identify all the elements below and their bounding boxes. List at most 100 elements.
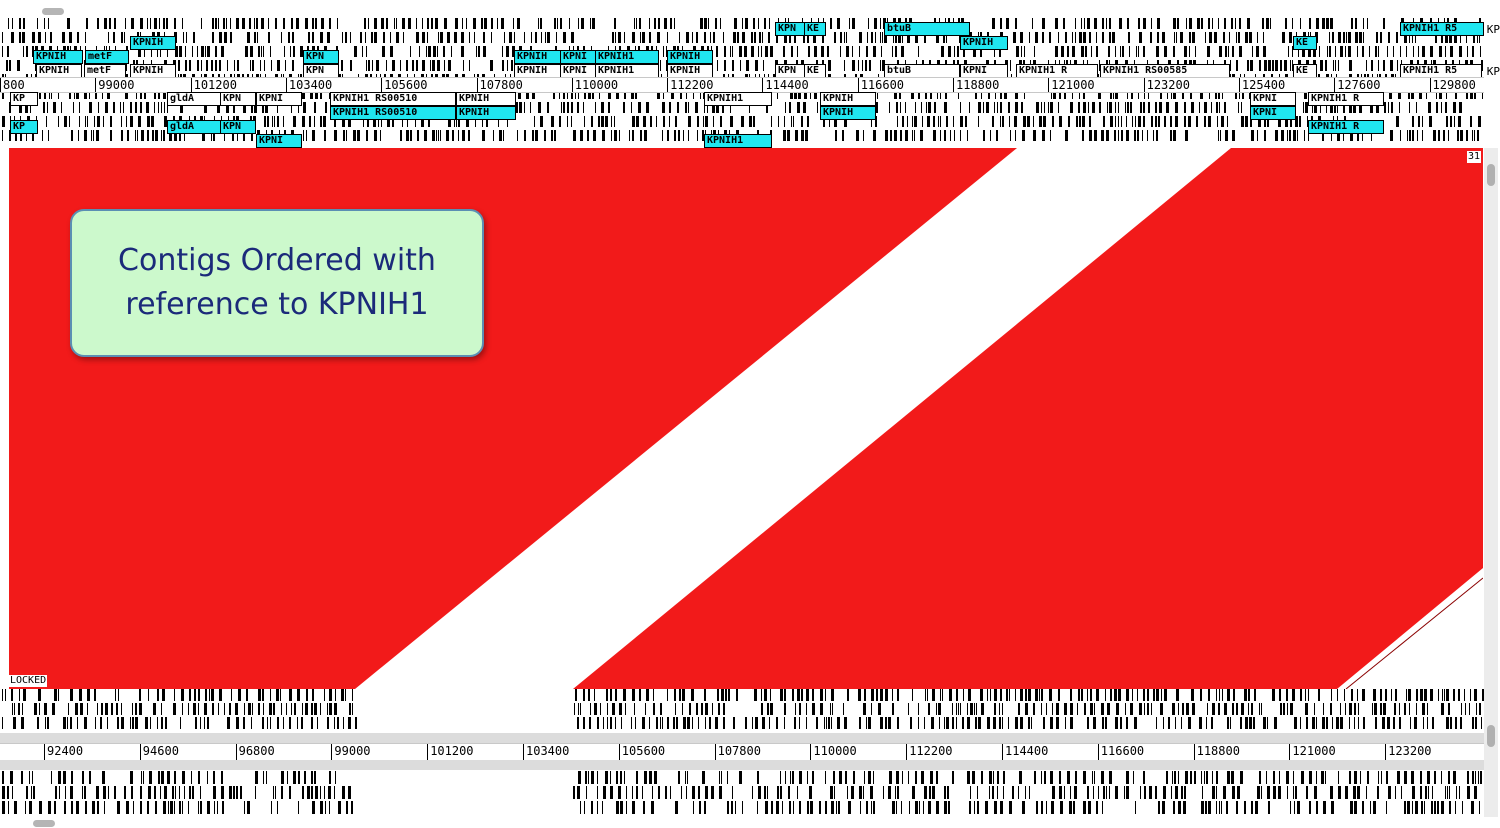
gene-label[interactable]: KPN (220, 120, 256, 134)
gene-label[interactable]: KPNI (560, 50, 596, 64)
gene-label[interactable]: KPNIH (33, 50, 83, 64)
gene-label[interactable]: KPNI (960, 64, 1008, 78)
gene-label[interactable]: metF (84, 64, 126, 78)
feature-mark (1230, 60, 1231, 71)
feature-mark (1070, 717, 1073, 729)
feature-mark (1126, 786, 1129, 799)
gene-label[interactable]: KPNIH1 RS00585 (1100, 64, 1230, 78)
gene-label[interactable]: KPN (303, 50, 339, 64)
gene-label[interactable]: KP (10, 92, 38, 106)
feature-mark (73, 102, 74, 113)
feature-mark (255, 786, 256, 799)
gene-label[interactable]: btuB (884, 64, 960, 78)
gene-label[interactable]: KPNIH (456, 106, 516, 120)
feature-mark (663, 116, 665, 127)
lower-vertical-scroll-thumb[interactable] (1487, 725, 1495, 747)
bottom-horizontal-scroll-thumb[interactable] (33, 820, 55, 827)
feature-mark (1462, 801, 1463, 814)
gene-label[interactable]: KE (1293, 36, 1317, 50)
gene-label[interactable]: KPNIH (514, 50, 562, 64)
feature-mark (1309, 801, 1311, 814)
gene-label[interactable]: KPN (775, 64, 807, 78)
panel-vertical-scroll-thumb[interactable] (1487, 164, 1495, 186)
gene-label[interactable]: btuB (884, 22, 970, 36)
feature-mark (1058, 689, 1060, 701)
feature-mark (1357, 46, 1358, 57)
gene-label[interactable]: KPNIH (667, 64, 713, 78)
ruler-tick: 116600 (1097, 744, 1144, 760)
feature-mark (770, 46, 773, 57)
panel-vertical-scrollbar[interactable] (1484, 148, 1498, 689)
gene-label[interactable]: gldA (167, 120, 221, 134)
feature-mark (950, 130, 951, 141)
feature-mark (1132, 116, 1133, 127)
gene-label[interactable]: KPNIH (514, 64, 562, 78)
feature-mark (799, 703, 801, 715)
feature-mark (31, 786, 32, 799)
feature-mark (952, 703, 953, 715)
gene-label[interactable]: KPNIH1 R5 (1400, 22, 1484, 36)
gene-label[interactable]: KE (804, 22, 826, 36)
feature-mark (1096, 801, 1098, 814)
gene-label[interactable]: KPNIH1 R (1016, 64, 1098, 78)
gene-label[interactable]: KE (804, 64, 826, 78)
gene-label[interactable]: KPNIH (820, 106, 876, 120)
feature-mark (1067, 771, 1070, 784)
top-horizontal-scroll-thumb[interactable] (42, 8, 64, 15)
feature-mark (624, 32, 625, 43)
feature-mark (957, 46, 959, 57)
gene-label[interactable]: KPNIH1 (595, 50, 659, 64)
gene-label[interactable]: KPNIH1 R (1308, 120, 1384, 134)
feature-mark (656, 717, 658, 729)
gene-label[interactable]: KPNIH (36, 64, 82, 78)
gene-label[interactable]: KPNI (256, 134, 302, 148)
feature-mark (1134, 717, 1137, 729)
feature-mark (107, 717, 108, 729)
gene-label[interactable]: KPNI (1250, 92, 1296, 106)
feature-mark (1191, 689, 1194, 701)
gene-label[interactable]: KPNI (256, 92, 302, 106)
gene-label[interactable]: KPN (220, 92, 256, 106)
gene-label[interactable]: KPNIH (130, 36, 176, 50)
gene-label[interactable]: KPNIH1 (704, 92, 772, 106)
feature-mark (1330, 703, 1332, 715)
feature-mark (896, 801, 897, 814)
feature-mark (1227, 771, 1230, 784)
gene-label[interactable]: KPNIH (820, 92, 876, 106)
feature-mark (149, 771, 152, 784)
gene-label[interactable]: KPNIH1 RS00510 (330, 92, 456, 106)
feature-mark (315, 786, 318, 799)
feature-mark (1219, 102, 1220, 113)
gene-label[interactable]: KPNI (560, 64, 596, 78)
feature-mark (1029, 32, 1030, 43)
gene-label[interactable]: KPNI (1250, 106, 1296, 120)
gene-label[interactable]: KPN (303, 64, 339, 78)
feature-mark (1032, 18, 1033, 29)
ruler-tick: 129800 (1429, 78, 1476, 92)
feature-mark (1375, 46, 1377, 57)
feature-mark (97, 18, 99, 29)
gene-label[interactable]: KPNIH (456, 92, 516, 106)
gene-label[interactable]: KPNIH1 RS00510 (330, 106, 456, 120)
ruler-tick: 99000 (95, 78, 134, 92)
lower-vertical-scrollbar[interactable] (1484, 689, 1498, 817)
gene-label[interactable]: KPNIH (960, 36, 1008, 50)
feature-mark (1423, 717, 1424, 729)
gene-label[interactable]: KPNIH (130, 64, 176, 78)
feature-mark (577, 717, 579, 729)
feature-mark (667, 130, 669, 141)
gene-label[interactable]: KPN (775, 22, 807, 36)
gene-label[interactable]: KPNIH1 R5 (1400, 64, 1482, 78)
gene-label[interactable]: KE (1293, 64, 1317, 78)
gene-label[interactable]: KPNIH1 (595, 64, 659, 78)
feature-mark (670, 786, 671, 799)
gene-label[interactable]: gldA (167, 92, 221, 106)
gene-label[interactable]: KPNIH (667, 50, 713, 64)
feature-mark (1109, 18, 1111, 29)
feature-mark (348, 786, 351, 799)
gene-label[interactable]: metF (85, 50, 129, 64)
gene-label[interactable]: KP (10, 120, 38, 134)
gene-label[interactable]: KPNIH1 (704, 134, 772, 148)
feature-mark (440, 130, 441, 141)
gene-label[interactable]: KPNIH1 R (1308, 92, 1384, 106)
